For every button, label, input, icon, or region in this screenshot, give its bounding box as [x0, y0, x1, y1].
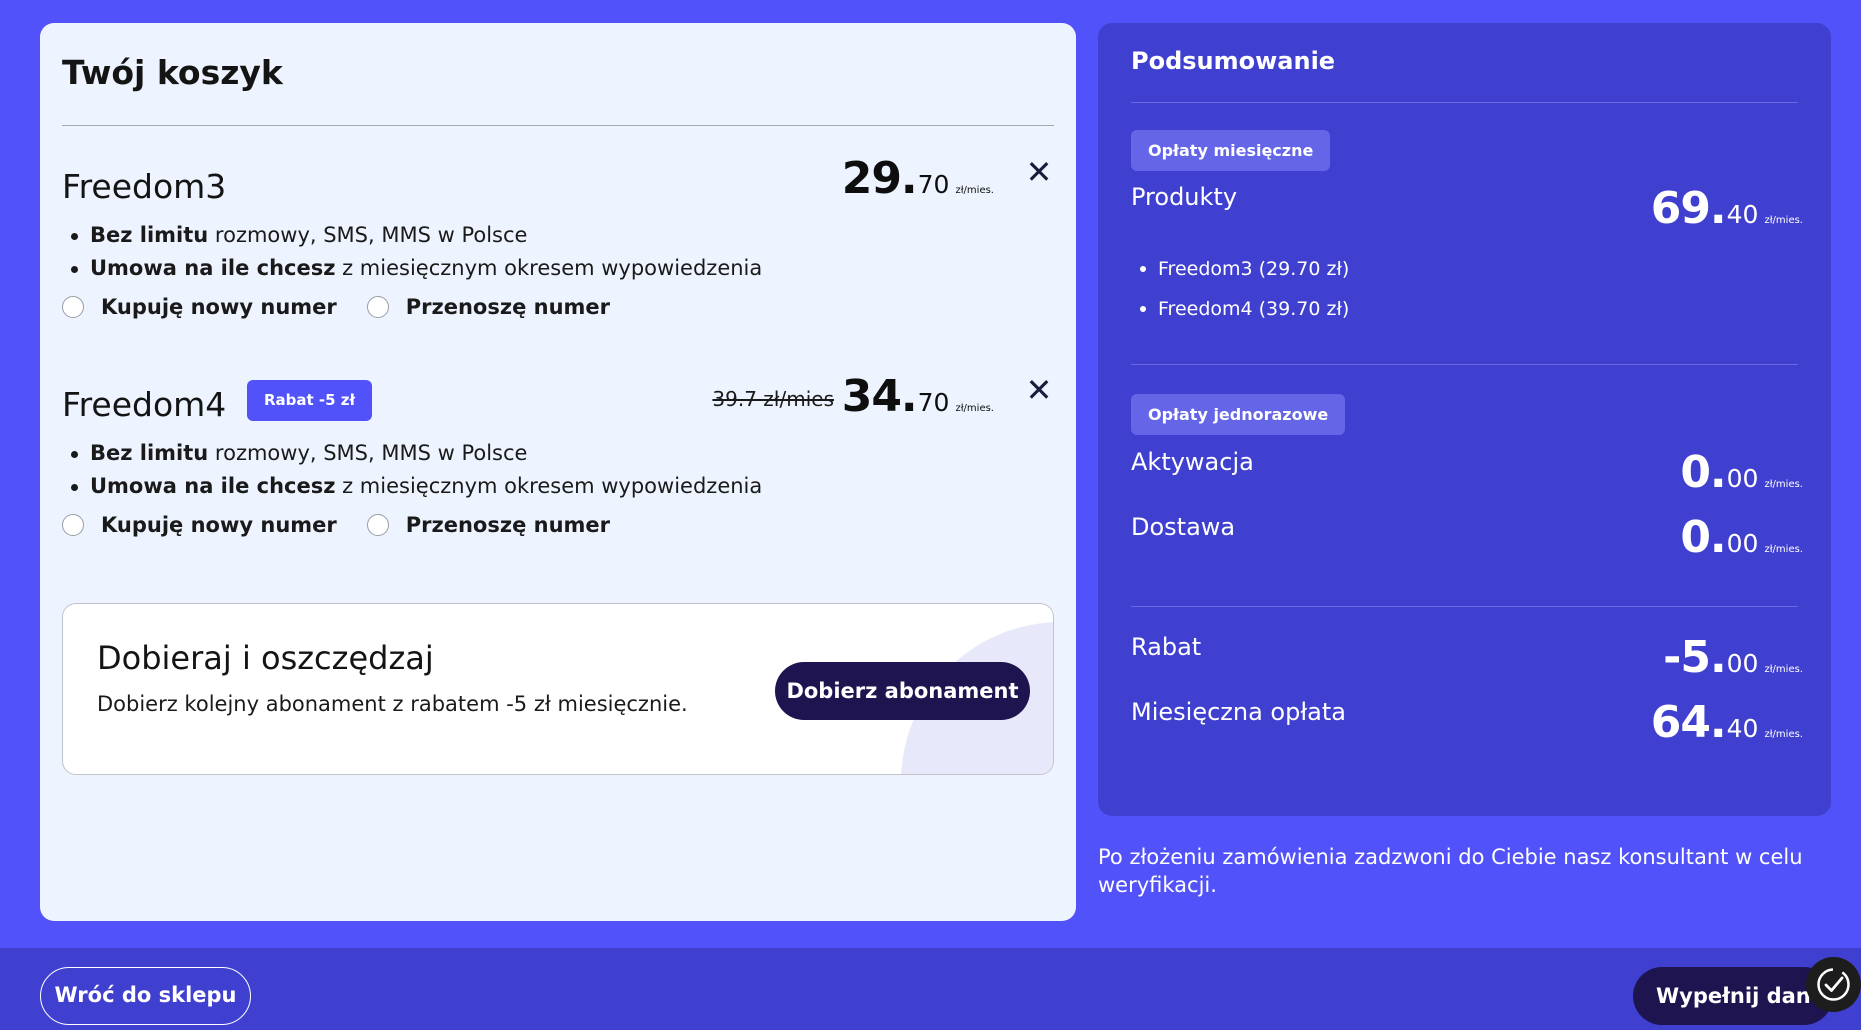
discount-badge: Rabat -5 zł — [247, 380, 373, 421]
number-options: Kupuję nowy numer Przenoszę numer — [62, 295, 1054, 319]
feature-item: Bez limitu rozmowy, SMS, MMS w Polsce — [62, 437, 1054, 470]
list-item: Freedom3 (29.70 zł) — [1131, 249, 1349, 289]
radio-circle[interactable] — [62, 296, 84, 318]
feature-item: Umowa na ile chcesz z miesięcznym okrese… — [62, 252, 1054, 285]
old-price: 39.7 zł/mies — [712, 387, 834, 411]
divider — [1131, 606, 1798, 607]
products-price: 69. 40 zł/mies. — [1650, 183, 1803, 234]
price-main: 29. — [841, 153, 918, 204]
feature-item: Umowa na ile chcesz z miesięcznym okrese… — [62, 470, 1054, 503]
radio-label: Kupuję nowy numer — [101, 295, 337, 319]
feature-list: Bez limitu rozmowy, SMS, MMS w Polsce Um… — [62, 219, 1054, 285]
radio-circle[interactable] — [366, 514, 389, 536]
monthly-total-price: 64. 40 zł/mies. — [1650, 697, 1803, 748]
summary-product-list: Freedom3 (29.70 zł) Freedom4 (39.70 zł) — [1131, 249, 1349, 329]
activation-label: Aktywacja — [1131, 448, 1254, 476]
delivery-label: Dostawa — [1131, 513, 1236, 541]
radio-port-number[interactable]: Przenoszę numer — [366, 513, 610, 537]
divider — [1131, 364, 1798, 365]
promo-title: Dobieraj i oszczędzaj — [97, 639, 434, 677]
discount-label: Rabat — [1131, 633, 1202, 661]
radio-new-number[interactable]: Kupuję nowy numer — [62, 513, 337, 537]
cookie-consent-button[interactable] — [1806, 957, 1861, 1012]
radio-port-number[interactable]: Przenoszę numer — [366, 295, 610, 319]
cookie-consent-icon — [1817, 968, 1850, 1001]
back-to-shop-button[interactable]: Wróć do sklepu — [40, 967, 251, 1025]
radio-circle[interactable] — [366, 296, 389, 318]
remove-item-button[interactable]: ✕ — [1024, 156, 1054, 188]
cart-item-freedom4: Freedom4 Rabat -5 zł 39.7 zł/mies 34. 70… — [62, 371, 1054, 537]
product-name: Freedom3 — [62, 167, 227, 206]
radio-label: Kupuję nowy numer — [101, 513, 337, 537]
product-name: Freedom4 — [62, 385, 227, 424]
onetime-fees-tag: Opłaty jednorazowe — [1131, 394, 1346, 435]
list-item: Freedom4 (39.70 zł) — [1131, 289, 1349, 329]
price-decimals: 70 — [917, 388, 950, 417]
cart-item-freedom3: Freedom3 29. 70 zł/mies. ✕ Bez limitu ro… — [62, 153, 1054, 319]
fill-details-button[interactable]: Wypełnij dane — [1633, 967, 1833, 1025]
divider — [1131, 102, 1798, 103]
price-unit: zł/mies. — [955, 185, 994, 196]
product-price: 29. 70 zł/mies. — [842, 153, 994, 204]
radio-circle[interactable] — [62, 514, 84, 536]
close-icon: ✕ — [1025, 153, 1053, 191]
promo-text: Dobierz kolejny abonament z rabatem -5 z… — [97, 692, 688, 716]
radio-label: Przenoszę numer — [405, 513, 610, 537]
product-price: 34. 70 zł/mies. — [842, 371, 994, 422]
summary-panel: Podsumowanie Opłaty miesięczne Produkty … — [1098, 23, 1831, 816]
feature-item: Bez limitu rozmowy, SMS, MMS w Polsce — [62, 219, 1054, 252]
footer-bar: Wróć do sklepu Wypełnij dane — [0, 948, 1861, 1030]
radio-label: Przenoszę numer — [405, 295, 610, 319]
cart-title: Twój koszyk — [62, 53, 283, 92]
divider — [62, 125, 1054, 126]
monthly-total-label: Miesięczna opłata — [1131, 698, 1346, 726]
promo-card: Dobieraj i oszczędzaj Dobierz kolejny ab… — [62, 603, 1054, 775]
remove-item-button[interactable]: ✕ — [1024, 374, 1054, 406]
verification-note: Po złożeniu zamówienia zadzwoni do Ciebi… — [1098, 845, 1803, 897]
feature-list: Bez limitu rozmowy, SMS, MMS w Polsce Um… — [62, 437, 1054, 503]
products-label: Produkty — [1131, 183, 1238, 211]
price-unit: zł/mies. — [955, 403, 994, 414]
cart-panel: Twój koszyk Freedom3 29. 70 zł/mies. ✕ B… — [40, 23, 1076, 921]
delivery-price: 0. 00 zł/mies. — [1680, 512, 1803, 563]
summary-title: Podsumowanie — [1131, 47, 1336, 75]
discount-price: -5. 00 zł/mies. — [1663, 632, 1803, 683]
number-options: Kupuję nowy numer Przenoszę numer — [62, 513, 1054, 537]
radio-new-number[interactable]: Kupuję nowy numer — [62, 295, 337, 319]
add-subscription-button[interactable]: Dobierz abonament — [775, 662, 1030, 720]
close-icon: ✕ — [1025, 371, 1053, 409]
activation-price: 0. 00 zł/mies. — [1680, 447, 1803, 498]
monthly-fees-tag: Opłaty miesięczne — [1131, 130, 1331, 171]
price-decimals: 70 — [917, 170, 950, 199]
price-main: 34. — [841, 371, 918, 422]
